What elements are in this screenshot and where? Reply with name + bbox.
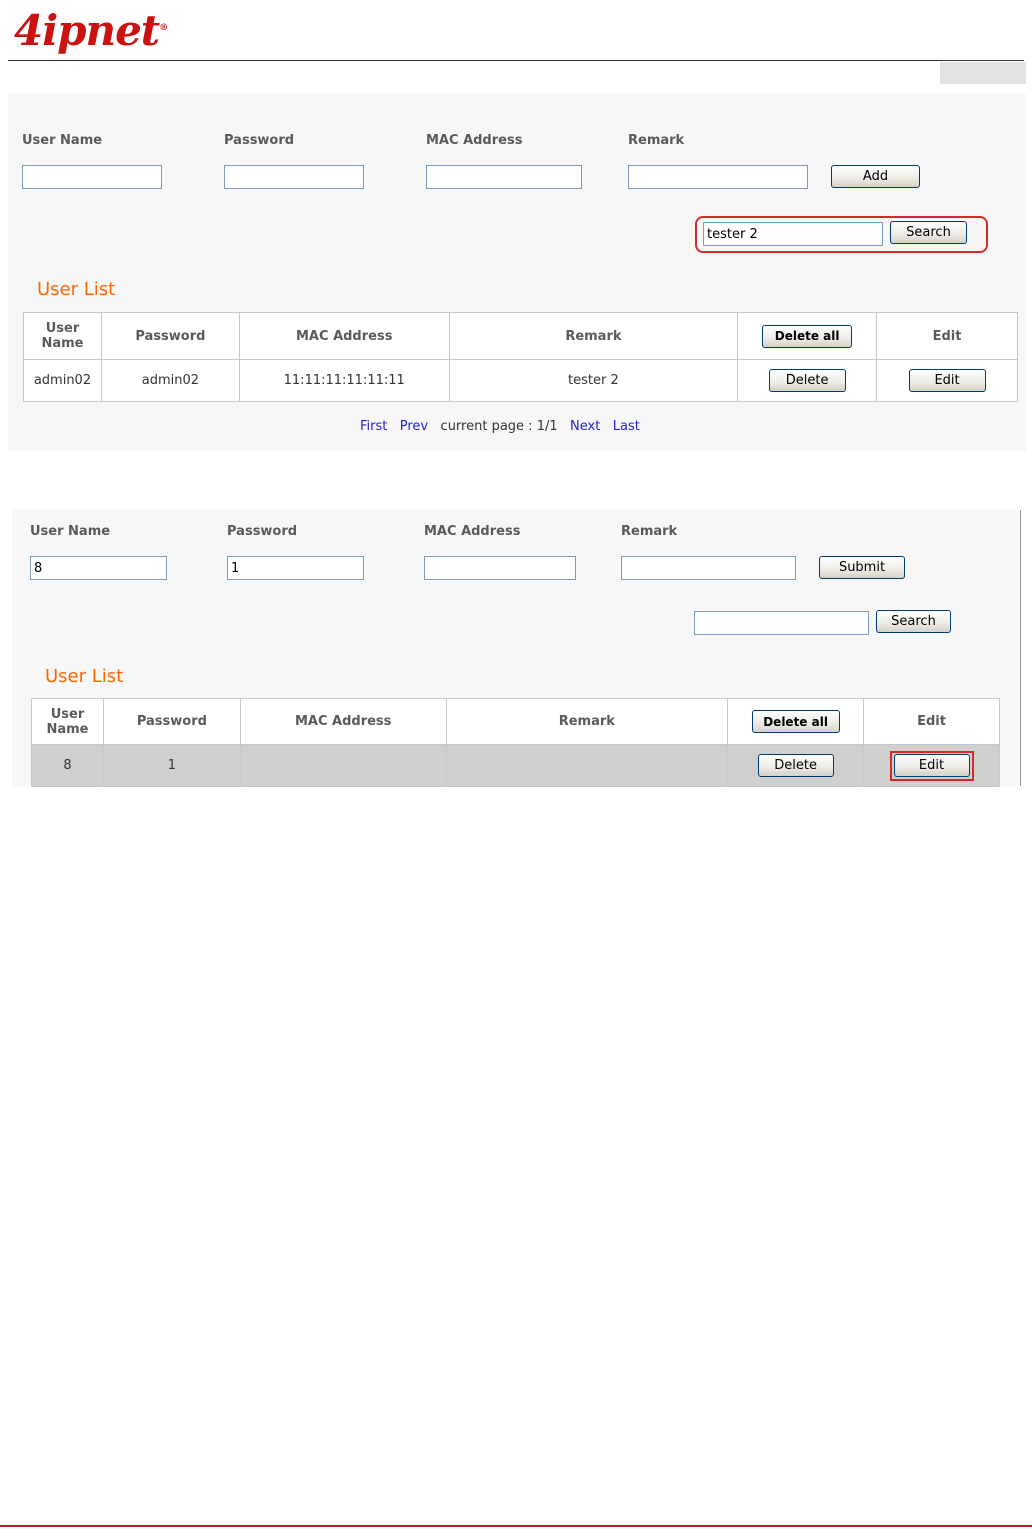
cell-remark [445,744,729,787]
edit-highlight: Edit [889,750,974,781]
col-mac-address: MAC Address [238,312,450,360]
col-remark: Remark [445,698,729,745]
password-input[interactable] [227,556,364,580]
mac-address-label: MAC Address [426,133,523,148]
cell-mac-address: 11:11:11:11:11:11 [238,359,450,402]
cell-delete: Delete [737,359,878,402]
mac-address-input[interactable] [424,556,576,580]
cell-edit: Edit [863,744,1000,787]
col-user-name: User Name [31,698,104,745]
edit-button[interactable]: Edit [893,754,970,777]
user-name-label: User Name [22,133,103,148]
remark-input[interactable] [628,165,808,189]
user-list-title: User List [37,279,116,300]
cell-mac-address [239,744,447,787]
delete-all-button[interactable]: Delete all [762,324,853,348]
col-remark: Remark [448,312,739,360]
submit-button[interactable]: Submit [819,556,905,579]
remark-label: Remark [621,524,678,539]
pager-prev-link[interactable]: Prev [400,419,428,434]
cell-password: 1 [102,744,241,787]
brand-logo: 4ipnet® [14,6,168,55]
table-row: admin02 admin02 11:11:11:11:11:11 tester… [23,359,1018,402]
table-header-row: User Name Password MAC Address Remark De… [23,312,1018,360]
registered-mark: ® [159,23,168,33]
cell-remark: tester 2 [448,359,739,402]
footer-divider [0,1525,1032,1527]
search-button[interactable]: Search [890,221,967,244]
cell-user-name: admin02 [23,359,102,402]
search-button[interactable]: Search [876,610,951,633]
remark-input[interactable] [621,556,796,580]
delete-button[interactable]: Delete [768,369,846,392]
col-user-name: User Name [23,312,102,360]
col-delete-all: Delete all [727,698,865,745]
search-input[interactable] [694,611,869,635]
table-row: 8 1 Delete Edit [31,744,1000,787]
cell-edit: Edit [876,359,1018,402]
col-password: Password [102,698,241,745]
col-delete-all: Delete all [737,312,878,360]
add-button[interactable]: Add [831,165,920,188]
user-name-input[interactable] [22,165,162,189]
user-name-label: User Name [30,524,111,539]
cell-delete: Delete [727,744,865,787]
user-list-table: User Name Password MAC Address Remark De… [23,312,1018,402]
delete-all-button[interactable]: Delete all [751,710,840,733]
user-list-title: User List [45,666,124,687]
cell-user-name: 8 [31,744,104,787]
mac-address-input[interactable] [426,165,582,189]
pager-current-page: current page : 1/1 [440,419,558,434]
pager-first-link[interactable]: First [360,419,387,434]
edit-button[interactable]: Edit [908,369,986,392]
password-label: Password [227,524,298,539]
user-list-table: User Name Password MAC Address Remark De… [31,698,1000,787]
remark-label: Remark [628,133,685,148]
password-label: Password [224,133,295,148]
header-tab-block [940,62,1026,84]
pager-last-link[interactable]: Last [613,419,640,434]
pager-next-link[interactable]: Next [570,419,600,434]
cell-password: admin02 [100,359,240,402]
user-name-input[interactable] [30,556,167,580]
table-header-row: User Name Password MAC Address Remark De… [31,698,1000,745]
search-input[interactable] [703,222,883,246]
col-password: Password [100,312,240,360]
password-input[interactable] [224,165,364,189]
col-mac-address: MAC Address [239,698,447,745]
col-edit: Edit [876,312,1018,360]
header-divider [8,60,1024,61]
mac-address-label: MAC Address [424,524,521,539]
delete-button[interactable]: Delete [757,754,834,777]
col-edit: Edit [863,698,1000,745]
pagination: First Prev current page : 1/1 Next Last [360,419,640,434]
